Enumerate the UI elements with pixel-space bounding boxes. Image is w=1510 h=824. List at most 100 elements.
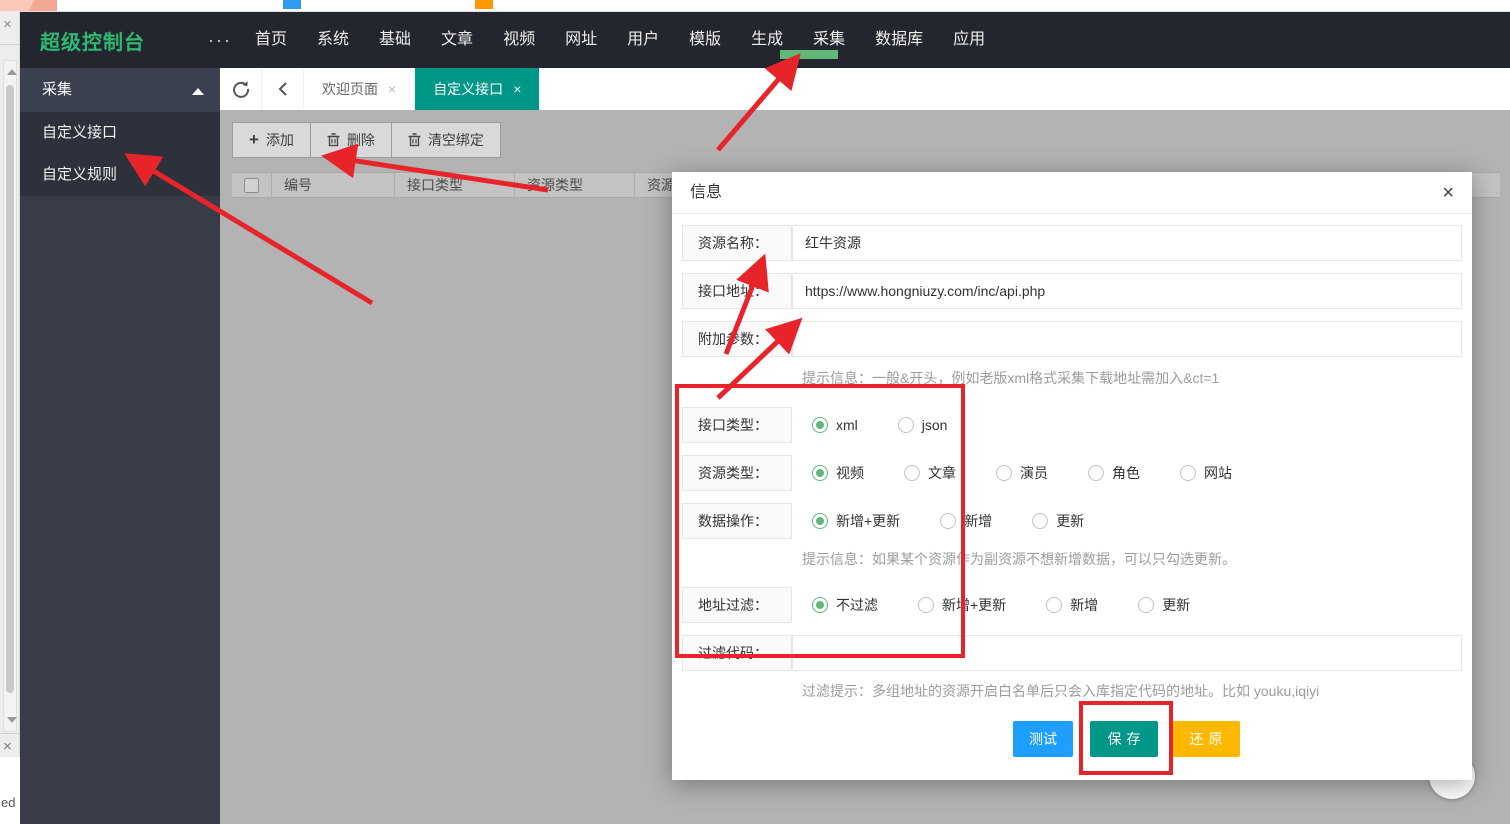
data-operation-label: 数据操作： (682, 503, 792, 539)
nav-item-template[interactable]: 模版 (674, 12, 736, 68)
nav-item-video[interactable]: 视频 (488, 12, 550, 68)
tabbar: 欢迎页面 × 自定义接口 × (220, 68, 1510, 110)
delete-button[interactable]: 删除 (311, 122, 392, 158)
resource-type-radios: 视频 文章 演员 角色 网站 (812, 455, 1232, 491)
active-nav-underline (780, 50, 838, 59)
test-button[interactable]: 测试 (1013, 721, 1073, 757)
save-button[interactable]: 保存 (1090, 721, 1158, 757)
radio-icon (1138, 597, 1154, 613)
nav-more-icon[interactable]: ··· (200, 30, 240, 51)
add-button[interactable]: + 添加 (232, 122, 311, 158)
close-icon[interactable]: × (3, 739, 12, 754)
filter-code-input[interactable] (792, 635, 1462, 671)
column-header-resource-type[interactable]: 资源类型 (515, 172, 635, 198)
top-window-sliver (20, 0, 1510, 12)
modal-close-icon[interactable]: × (1438, 172, 1458, 214)
radio-icon (1046, 597, 1062, 613)
extra-params-input[interactable] (792, 321, 1462, 357)
nav-item-url[interactable]: 网址 (550, 12, 612, 68)
radio-label: 角色 (1112, 463, 1140, 483)
nav-item-app[interactable]: 应用 (938, 12, 1000, 68)
nav-item-user[interactable]: 用户 (612, 12, 674, 68)
radio-video[interactable]: 视频 (812, 463, 864, 483)
resource-name-input[interactable] (792, 225, 1462, 261)
resource-type-label: 资源类型： (682, 455, 792, 491)
radio-icon (1180, 465, 1196, 481)
radio-filter-add[interactable]: 新增 (1046, 595, 1098, 615)
modal-title-bar: 信息 × (672, 172, 1472, 214)
radio-filter-add-update[interactable]: 新增+更新 (918, 595, 1006, 615)
select-all-checkbox[interactable] (244, 178, 259, 193)
address-filter-label: 地址过滤： (682, 587, 792, 623)
refresh-button[interactable] (220, 68, 262, 110)
restore-button[interactable]: 还原 (1172, 721, 1240, 757)
interface-type-radios: xml json (812, 407, 947, 443)
radio-label: 网站 (1204, 463, 1232, 483)
column-header-number[interactable]: 编号 (272, 172, 395, 198)
sidebar-section-label: 采集 (42, 81, 72, 98)
modal-buttons: 测试 保存 还原 (1013, 721, 1240, 757)
clear-binding-button[interactable]: 清空绑定 (392, 122, 501, 158)
radio-icon (940, 513, 956, 529)
tab-scroll-left-button[interactable] (262, 68, 304, 110)
refresh-icon (231, 79, 251, 99)
clipped-text: ed (1, 795, 15, 810)
favicon-fragment-orange (475, 0, 493, 9)
close-icon[interactable]: × (3, 17, 12, 32)
nav-item-system[interactable]: 系统 (302, 12, 364, 68)
scrollbar-thumb[interactable] (6, 85, 14, 693)
info-modal: 信息 × 资源名称： 接口地址： 附加参数： 提示信息：一般&开头，例如老版xm… (672, 172, 1472, 780)
radio-label: 新增 (964, 511, 992, 531)
address-filter-radios: 不过滤 新增+更新 新增 更新 (812, 587, 1190, 623)
sidebar-section-collect[interactable]: 采集 (20, 68, 220, 112)
trash-icon (327, 133, 340, 147)
radio-icon (898, 417, 914, 433)
radio-label: 演员 (1020, 463, 1048, 483)
nav-item-collect[interactable]: 采集 (798, 12, 860, 68)
radio-label: json (922, 417, 948, 433)
scroll-down-icon[interactable] (7, 717, 17, 723)
sidebar-item-custom-interface[interactable]: 自定义接口 (20, 112, 220, 154)
radio-icon (1088, 465, 1104, 481)
sidebar-item-custom-rule[interactable]: 自定义规则 (20, 154, 220, 196)
radio-icon (812, 417, 828, 433)
filter-code-label: 过滤代码： (682, 635, 792, 671)
radio-label: 视频 (836, 463, 864, 483)
radio-label: 新增 (1070, 595, 1098, 615)
tab-custom-interface[interactable]: 自定义接口 × (415, 68, 540, 110)
radio-filter-update[interactable]: 更新 (1138, 595, 1190, 615)
field-filter-code: 过滤代码： (682, 635, 1462, 671)
radio-label: 更新 (1056, 511, 1084, 531)
vertical-scrollbar[interactable] (3, 60, 17, 732)
column-header-interface-type[interactable]: 接口类型 (395, 172, 515, 198)
radio-add-update[interactable]: 新增+更新 (812, 511, 900, 531)
radio-add[interactable]: 新增 (940, 511, 992, 531)
field-resource-name: 资源名称： (682, 225, 1462, 261)
tab-close-icon[interactable]: × (388, 81, 396, 97)
radio-update[interactable]: 更新 (1032, 511, 1084, 531)
radio-icon (812, 465, 828, 481)
radio-xml[interactable]: xml (812, 417, 858, 433)
tab-close-icon[interactable]: × (513, 81, 521, 97)
radio-actor[interactable]: 演员 (996, 463, 1048, 483)
delete-button-label: 删除 (347, 130, 375, 150)
tab-welcome[interactable]: 欢迎页面 × (304, 68, 415, 110)
nav-item-basic[interactable]: 基础 (364, 12, 426, 68)
radio-role[interactable]: 角色 (1088, 463, 1140, 483)
api-url-input[interactable] (792, 273, 1462, 309)
radio-article[interactable]: 文章 (904, 463, 956, 483)
scroll-up-icon[interactable] (7, 69, 17, 75)
nav-item-generate[interactable]: 生成 (736, 12, 798, 68)
radio-website[interactable]: 网站 (1180, 463, 1232, 483)
app-logo[interactable]: 超级控制台 (20, 26, 200, 55)
radio-json[interactable]: json (898, 417, 948, 433)
nav-items: 首页 系统 基础 文章 视频 网址 用户 模版 生成 采集 数据库 应用 (240, 12, 1000, 68)
interface-type-label: 接口类型： (682, 407, 792, 443)
radio-label: 文章 (928, 463, 956, 483)
nav-item-article[interactable]: 文章 (426, 12, 488, 68)
nav-item-home[interactable]: 首页 (240, 12, 302, 68)
field-data-operation: 数据操作： 新增+更新 新增 更新 (682, 503, 1462, 539)
radio-no-filter[interactable]: 不过滤 (812, 595, 878, 615)
field-interface-type: 接口类型： xml json (682, 407, 1462, 443)
nav-item-database[interactable]: 数据库 (860, 12, 938, 68)
